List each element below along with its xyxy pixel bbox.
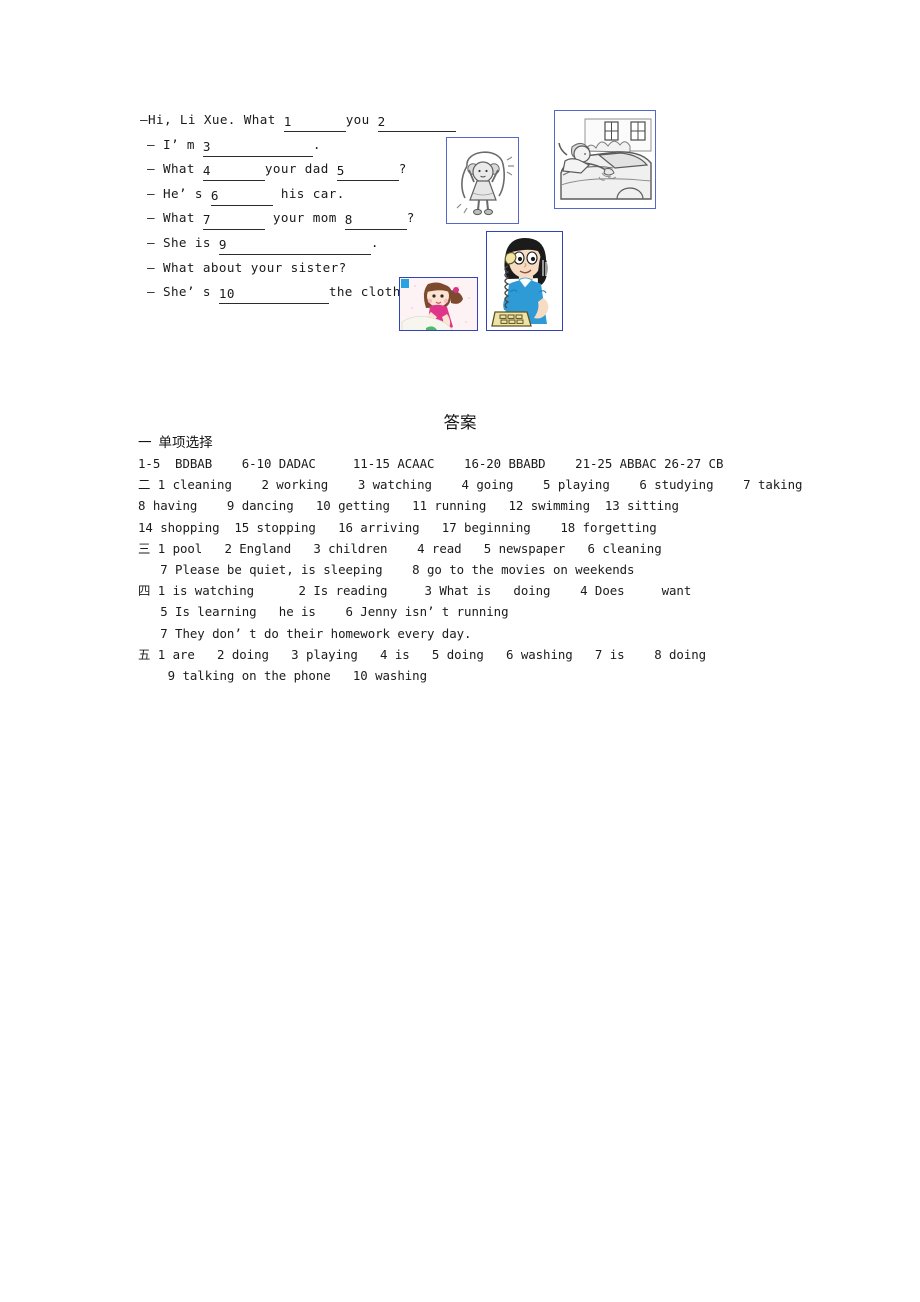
answers-section-title: 答案 [443,413,477,432]
dialogue-text: your mom [264,210,345,226]
answers-line: 五 1 are 2 doing 3 playing 4 is 5 doing 6… [138,646,707,662]
answer-blank-6[interactable]: 6 [210,186,273,206]
answers-line: 7 They don’ t do their homework every da… [138,625,472,641]
dialogue-text: — She’ s [147,284,219,300]
answer-blank-9[interactable]: 9 [218,235,371,255]
dialogue-text: — She is [147,234,219,250]
dialogue-text: ? [406,210,415,226]
dialogue-text: — What about your sister? [147,259,347,275]
answer-blank-3[interactable]: 3 [202,137,313,157]
dialogue-line: —Hi, Li Xue. What 1 you 2 [140,108,560,133]
dialogue-text: . [370,234,379,250]
answer-blank-1[interactable]: 1 [283,112,346,132]
answers-line: 三 1 pool 2 England 3 children 4 read 5 n… [138,540,662,556]
figure-girl-jumping-rope: girl jumping rope [446,137,519,224]
answers-line: 8 having 9 dancing 10 getting 11 running… [138,498,679,514]
dialogue-text: you [345,112,378,127]
answer-blank-5[interactable]: 5 [336,161,399,182]
dialogue-text: ? [398,161,407,177]
answers-line: 9 talking on the phone 10 washing [138,668,427,684]
dialogue-text: . [312,136,321,152]
answers-line: 7 Please be quiet, is sleeping 8 go to t… [138,562,635,578]
answer-blank-10[interactable]: 10 [218,284,329,305]
dialogue-text: — He’ s [147,185,211,201]
figure-woman-talking-on-phone: woman talking on the telephone [486,231,563,331]
answers-line: 二 1 cleaning 2 working 3 watching 4 goin… [138,477,803,493]
answer-blank-4[interactable]: 4 [202,161,265,182]
answers-line: 1-5 BDBAB 6-10 DADAC 11-15 ACAAC 16-20 B… [138,456,724,471]
answers-line: 5 Is learning he is 6 Jenny isn’ t runni… [138,604,509,620]
answer-blank-2[interactable]: 2 [377,112,456,132]
answers-subsection-heading: 一 单项选择 [138,435,213,450]
answer-blank-7[interactable]: 7 [202,210,265,231]
answers-block: 一 单项选择 1-5 BDBAB 6-10 DADAC 11-15 ACAAC 1… [138,432,898,686]
dialogue-text: — What [147,161,203,177]
dialogue-text: your dad [264,161,337,177]
dialogue-text: — What [147,210,203,226]
dialogue-text: his car. [272,185,345,201]
answer-blank-8[interactable]: 8 [344,210,407,231]
answers-line: 四 1 is watching 2 Is reading 3 What is d… [138,583,692,599]
dialogue-text: — I’ m [147,136,203,152]
figure-person-washing-car: person washing a car in front of a house [554,110,656,209]
answers-line: 14 shopping 15 stopping 16 arriving 17 b… [138,519,657,535]
dialogue-text: —Hi, Li Xue. What [140,112,284,127]
figure-girl-washing-clothes: girl washing clothes in a basin [399,277,478,331]
